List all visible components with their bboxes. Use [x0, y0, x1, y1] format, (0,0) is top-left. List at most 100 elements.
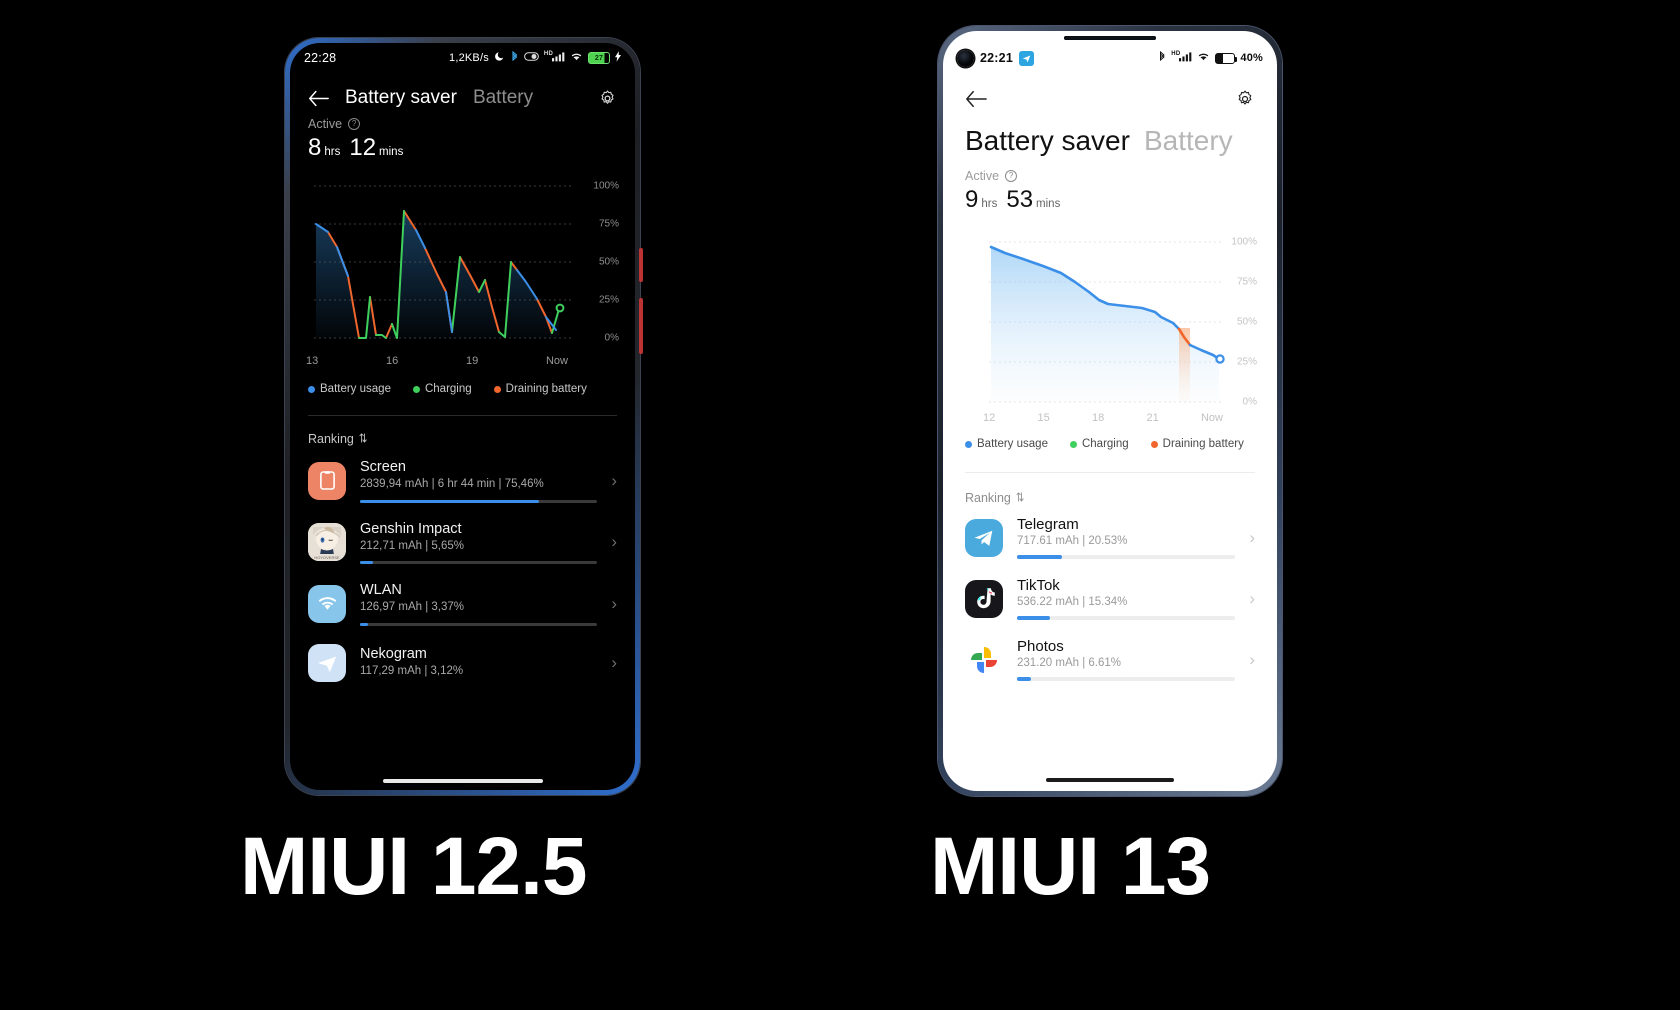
nekogram-icon — [308, 643, 346, 682]
charging-icon — [615, 51, 621, 65]
active-hours: 9 — [965, 186, 979, 213]
y-tick-25: 25% — [598, 294, 619, 306]
legend-dot-blue — [308, 385, 315, 393]
chart-legend-left: Battery usage Charging Draining battery — [308, 383, 617, 395]
chevron-right-icon[interactable]: › — [1249, 650, 1255, 670]
chart-y-axis-right: 100% 75% 50% 25% 0% — [1223, 228, 1259, 424]
tab-battery-saver[interactable]: Battery saver — [345, 87, 457, 109]
tiktok-icon — [965, 579, 1003, 618]
chart-x-axis-left: 13 16 19 Now — [306, 351, 568, 367]
chevron-right-icon[interactable]: › — [611, 653, 617, 673]
chevron-right-icon[interactable]: › — [1249, 528, 1255, 548]
legend-dot-orange — [1150, 440, 1158, 448]
x-tick-now: Now — [545, 355, 568, 367]
chart-y-axis-left: 100% 75% 50% 25% 0% — [585, 172, 621, 367]
wifi-icon — [570, 51, 583, 65]
x-tick-15: 15 — [1037, 412, 1050, 424]
tab-battery[interactable]: Battery — [473, 87, 533, 109]
ranking-sort-control[interactable]: Ranking ⇅ — [308, 432, 617, 446]
tab-battery[interactable]: Battery — [1144, 125, 1233, 157]
y-tick-75: 75% — [1236, 276, 1257, 288]
active-label: Active — [965, 169, 1000, 183]
app-list-left: Screen 2839,94 mAh | 6 hr 44 min | 75,46… — [290, 450, 635, 691]
battery-icon: 27 — [588, 52, 610, 64]
active-hours-unit: hrs — [981, 198, 998, 210]
legend-item-battery-usage: Battery usage — [308, 383, 391, 395]
chevron-right-icon[interactable]: › — [611, 532, 617, 552]
earpiece-speaker — [1064, 36, 1156, 40]
telegram-icon — [1018, 50, 1034, 66]
moon-icon — [494, 51, 505, 65]
phone-side-button[interactable] — [639, 298, 643, 354]
usage-bar — [1017, 616, 1236, 620]
y-tick-0: 0% — [1242, 396, 1257, 408]
battery-chart-svg-left — [314, 185, 572, 339]
battery-chart-right: 100% 75% 50% 25% 0% 12 15 18 21 Now — [961, 228, 1259, 425]
chevron-right-icon[interactable]: › — [611, 471, 617, 491]
app-header-right: Battery saver Battery — [943, 73, 1277, 157]
status-bar-left: 22:28 1,2KB/s HD 27 — [290, 43, 635, 73]
active-block-right: Active ? 9 hrs 53 mins — [943, 157, 1277, 214]
hd-icon: HD — [1171, 51, 1181, 57]
app-header-left: Battery saver Battery — [290, 73, 635, 115]
back-button[interactable] — [308, 90, 329, 107]
wifi-icon — [308, 584, 346, 623]
gesture-bar[interactable] — [382, 779, 543, 783]
legend-item-charging: Charging — [1069, 438, 1129, 450]
genshin-impact-icon: HOYOVERSE — [308, 523, 346, 562]
active-duration: 8 hrs 12 mins — [308, 134, 617, 162]
chevron-right-icon[interactable]: › — [1249, 589, 1255, 609]
active-block-left: Active ? 8 hrs 12 mins — [290, 115, 635, 162]
usage-bar — [1017, 555, 1236, 559]
list-item[interactable]: TikTok 536.22 mAh | 15.34% › — [965, 568, 1255, 629]
legend-dot-orange — [493, 385, 501, 393]
list-item[interactable]: Photos 231.20 mAh | 6.61% › — [965, 629, 1255, 690]
y-tick-50: 50% — [1236, 316, 1257, 328]
chart-x-axis-right: 12 15 18 21 Now — [983, 408, 1223, 424]
x-tick-16: 16 — [385, 355, 399, 367]
legend-label: Draining battery — [505, 383, 587, 395]
back-button[interactable] — [965, 90, 987, 108]
hd-icon: HD — [543, 51, 553, 57]
app-name: Telegram — [1017, 516, 1079, 533]
app-list-right: Telegram 717.61 mAh | 20.53% › TikTok 53… — [943, 507, 1277, 690]
legend-item-charging: Charging — [412, 383, 472, 395]
app-usage: 717.61 mAh | 20.53% — [1017, 535, 1128, 547]
active-minutes: 12 — [349, 134, 377, 161]
list-item[interactable]: HOYOVERSE Genshin Impact 212,71 mAh | 5,… — [308, 512, 617, 574]
list-item[interactable]: Screen 2839,94 mAh | 6 hr 44 min | 75,46… — [308, 450, 617, 512]
sort-updown-icon[interactable]: ⇅ — [359, 432, 367, 446]
sort-updown-icon[interactable]: ⇅ — [1016, 491, 1024, 505]
question-mark-icon[interactable]: ? — [1005, 170, 1018, 182]
battery-percent: 40% — [1240, 52, 1263, 64]
list-item[interactable]: WLAN 126,97 mAh | 3,37% › — [308, 573, 617, 635]
signal-icon — [1179, 51, 1192, 65]
list-item[interactable]: Nekogram 117,29 mAh | 3,12% › — [308, 635, 617, 691]
legend-label: Charging — [424, 383, 472, 395]
y-tick-75: 75% — [598, 218, 619, 230]
app-usage: 231.20 mAh | 6.61% — [1017, 657, 1121, 669]
tab-battery-saver[interactable]: Battery saver — [965, 125, 1130, 157]
app-name: Nekogram — [360, 645, 427, 662]
chevron-right-icon[interactable]: › — [611, 594, 617, 614]
ranking-sort-control[interactable]: Ranking ⇅ — [965, 491, 1255, 505]
app-usage: 117,29 mAh | 3,12% — [360, 664, 464, 677]
list-item[interactable]: Telegram 717.61 mAh | 20.53% › — [965, 507, 1255, 568]
y-tick-100: 100% — [1231, 236, 1257, 248]
legend-dot-blue — [965, 440, 972, 448]
active-hours: 8 — [308, 134, 322, 161]
app-usage: 2839,94 mAh | 6 hr 44 min | 75,46% — [360, 478, 544, 490]
x-tick-18: 18 — [1091, 412, 1105, 424]
gesture-bar[interactable] — [1046, 778, 1174, 782]
phone-side-button[interactable] — [639, 248, 643, 282]
question-mark-icon[interactable]: ? — [348, 118, 361, 130]
usage-bar — [360, 622, 598, 626]
phone-miui-13: 22:21 HD 40% Battery saver Battery Activ… — [938, 26, 1282, 796]
settings-button[interactable] — [598, 89, 617, 108]
legend-label: Battery usage — [320, 383, 391, 395]
y-tick-50: 50% — [598, 256, 619, 268]
signal-icon — [552, 51, 565, 65]
settings-button[interactable] — [1235, 89, 1255, 109]
status-bar-right: 22:21 HD 40% — [943, 43, 1277, 73]
legend-label: Battery usage — [977, 438, 1048, 450]
